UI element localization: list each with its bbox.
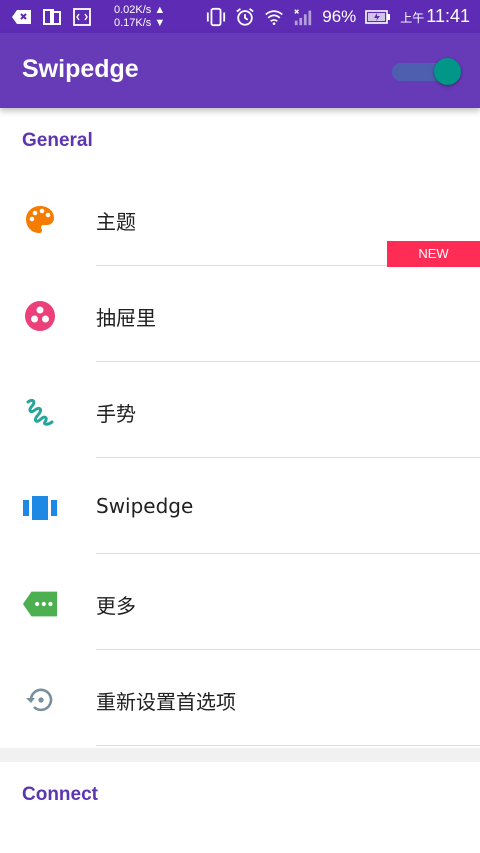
battery-charging-icon	[365, 7, 391, 27]
palette-icon	[22, 202, 58, 238]
settings-item-label: 主题	[96, 210, 136, 234]
screens-icon	[42, 7, 62, 27]
new-badge: NEW	[387, 241, 480, 267]
upload-speed: 0.02K/s ▲	[114, 3, 166, 16]
status-bar: 0.02K/s ▲ 0.17K/s ▼ 96% 上午 11:41	[0, 0, 480, 33]
settings-item-gestures[interactable]: 手势	[0, 362, 480, 458]
settings-item-swipedge[interactable]: Swipedge	[0, 458, 480, 554]
back-tag-icon	[12, 7, 32, 27]
more-tag-icon	[22, 586, 58, 622]
carousel-icon	[22, 490, 58, 526]
app-title: Swipedge	[22, 55, 139, 83]
vibrate-icon	[206, 7, 226, 27]
settings-item-reset-preferences[interactable]: 重新设置首选项	[0, 650, 480, 746]
settings-item-label: 重新设置首选项	[96, 690, 236, 714]
network-speed: 0.02K/s ▲ 0.17K/s ▼	[114, 4, 165, 30]
connect-card: Connect	[0, 762, 480, 853]
wifi-icon	[264, 7, 284, 27]
clock-prefix: 上午	[400, 11, 425, 25]
settings-item-label: 抽屉里	[96, 306, 156, 330]
clock: 上午 11:41	[400, 6, 470, 27]
code-icon	[72, 7, 92, 27]
settings-item-label: Swipedge	[96, 494, 194, 518]
download-speed: 0.17K/s ▼	[114, 16, 166, 29]
section-gap	[0, 748, 480, 762]
settings-item-more[interactable]: 更多	[0, 554, 480, 650]
drawer-icon	[22, 298, 58, 334]
app-bar: Swipedge	[0, 33, 480, 108]
master-toggle[interactable]	[392, 58, 468, 86]
battery-percent: 96%	[322, 6, 357, 26]
section-header-general: General	[22, 130, 93, 151]
divider	[96, 745, 480, 746]
settings-item-drawer[interactable]: 抽屉里	[0, 266, 480, 362]
settings-item-label: 手势	[96, 402, 136, 426]
signal-icon	[293, 7, 313, 27]
general-card: General 主题 NEW 抽屉里 手势 Swipedge 更多 重新设置首选…	[0, 108, 480, 748]
alarm-icon	[235, 7, 255, 27]
restore-icon	[22, 682, 58, 718]
clock-time: 11:41	[426, 6, 470, 26]
toggle-knob	[434, 58, 461, 85]
gesture-icon	[22, 394, 58, 430]
section-header-connect: Connect	[22, 784, 98, 805]
settings-item-label: 更多	[96, 594, 136, 618]
